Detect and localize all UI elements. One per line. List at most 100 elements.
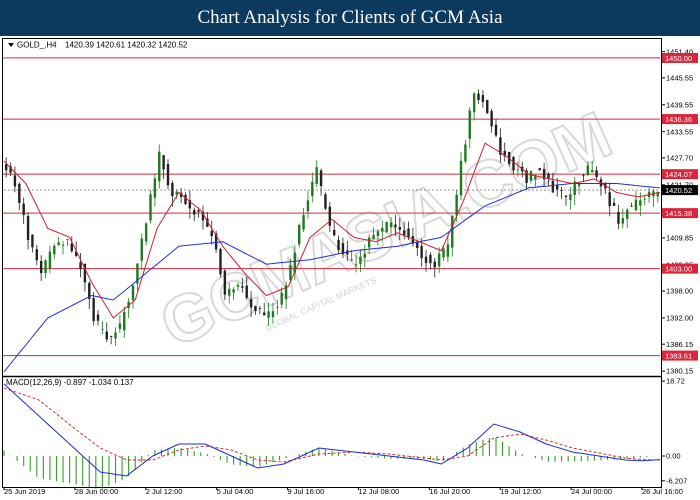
candle-body: [267, 311, 270, 318]
price-tick-label: 1433.55: [666, 127, 693, 136]
candle-body: [193, 210, 196, 215]
candle-body: [591, 169, 594, 173]
candle-body: [394, 224, 397, 228]
candle-body: [280, 293, 283, 305]
candle-body: [26, 216, 30, 240]
candle-body: [451, 215, 454, 248]
candle-body: [621, 218, 625, 224]
candle-body: [385, 221, 388, 232]
time-tick-label: 2 Jul 12:00: [146, 487, 183, 496]
candle-body: [35, 249, 39, 261]
time-tick-label: 24 Jul 00:00: [571, 487, 612, 496]
level-price-label: 1415.38: [665, 209, 692, 218]
candle-body: [162, 155, 165, 170]
candle-body: [442, 248, 445, 258]
candle-body: [232, 289, 235, 293]
macd-header: MACD(12,26,9) -0.897 -1.034 0.137: [6, 378, 134, 387]
candle-body: [57, 242, 60, 246]
candle-body: [586, 165, 590, 176]
candle-body: [547, 173, 550, 179]
candle-body: [197, 210, 200, 212]
candle-body: [4, 164, 8, 171]
candle-body: [249, 299, 253, 308]
level-price-label: 1403.00: [665, 265, 692, 274]
candle-body: [332, 229, 336, 236]
candle-body: [18, 183, 21, 204]
candle-body: [245, 285, 248, 298]
symbol-header: GOLD_,H4 1420.39 1420.61 1420.32 1420.52: [8, 41, 188, 50]
candle-body: [123, 312, 126, 331]
candle-body: [311, 181, 314, 196]
candle-body: [639, 200, 642, 206]
candle-body: [359, 256, 362, 264]
price-tick-label: 1445.55: [666, 73, 693, 82]
candle-body: [228, 288, 231, 296]
candle-body: [276, 306, 279, 308]
candle-body: [48, 251, 52, 269]
candle-body: [556, 185, 559, 190]
candle-body: [433, 261, 436, 268]
time-tick-label: 16 Jul 20:00: [429, 487, 470, 496]
candle-body: [381, 227, 384, 232]
candle-body: [468, 110, 471, 139]
candle-body: [297, 224, 301, 245]
candle-body: [258, 307, 262, 309]
macd-tick-label: -6.207: [666, 476, 687, 485]
candle-body: [608, 192, 611, 207]
candle-body: [398, 227, 401, 230]
candle-body: [372, 234, 375, 240]
candle-body: [564, 195, 568, 198]
time-tick-label: 26 Jul 16:00: [642, 487, 683, 496]
candle-body: [44, 260, 47, 273]
candle-body: [582, 175, 585, 176]
candle-body: [551, 180, 555, 193]
candle-body: [61, 244, 65, 246]
candle-body: [118, 323, 122, 329]
candle-body: [105, 331, 108, 340]
chart-title-banner: Chart Analysis for Clients of GCM Asia: [0, 0, 700, 36]
candle-body: [446, 244, 450, 257]
candle-body: [516, 169, 520, 171]
price-tick-label: 1398.00: [666, 287, 693, 296]
candle-body: [114, 332, 117, 339]
candle-body: [477, 93, 480, 101]
price-tick-label: 1439.55: [666, 100, 693, 109]
candle-body: [166, 163, 170, 186]
candle-body: [39, 260, 43, 274]
price-tick-label: 1386.15: [666, 340, 693, 349]
candle-body: [219, 248, 222, 275]
candle-body: [643, 198, 646, 200]
time-tick-label: 25 Jun 2019: [4, 487, 45, 496]
candle-body: [437, 253, 441, 267]
candle-body: [481, 95, 485, 102]
level-price-label: 1424.07: [665, 170, 692, 179]
candle-body: [490, 110, 493, 127]
candle-body: [171, 182, 174, 197]
candle-body: [315, 167, 318, 184]
time-tick-label: 19 Jul 12:00: [500, 487, 541, 496]
time-tick-label: 5 Jul 04:00: [217, 487, 254, 496]
price-chart[interactable]: GCMASIA.COM GLOBAL CAPITAL MARKETS GOLD_…: [0, 36, 700, 500]
candle-body: [319, 170, 323, 187]
candle-body: [210, 230, 213, 237]
candle-body: [149, 194, 152, 221]
price-tick-label: 1409.85: [666, 234, 693, 243]
current-price-label: 1420.52: [665, 186, 692, 195]
candle-body: [538, 168, 541, 170]
candle-body: [617, 211, 620, 224]
candle-body: [376, 231, 380, 237]
candle-body: [625, 209, 629, 219]
candle-body: [324, 194, 327, 209]
candle-body: [131, 285, 135, 301]
candle-body: [630, 205, 633, 207]
macd-tick-label: 0.00: [666, 452, 681, 461]
candle-body: [464, 144, 467, 162]
time-tick-label: 28 Jun 00:00: [75, 487, 118, 496]
candle-body: [236, 285, 240, 287]
candle-body: [31, 234, 34, 248]
candle-body: [328, 206, 332, 226]
price-tick-label: 1427.70: [666, 154, 693, 163]
candle-body: [144, 223, 148, 242]
level-price-label: 1450.00: [665, 54, 692, 63]
candle-body: [109, 336, 113, 337]
